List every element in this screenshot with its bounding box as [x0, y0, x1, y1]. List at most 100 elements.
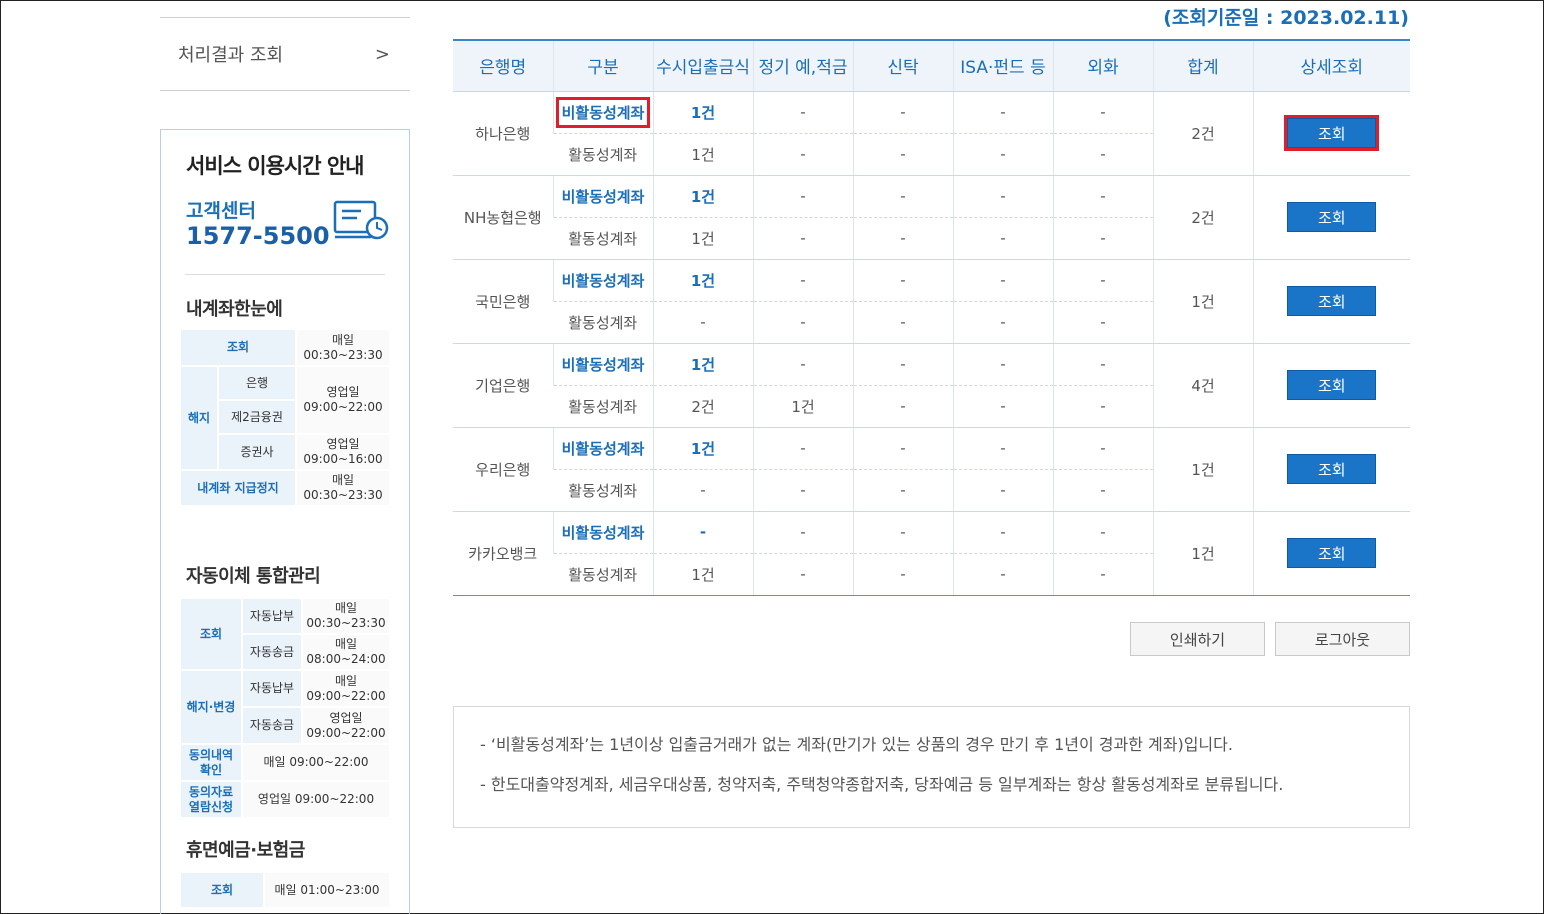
sched-cat: 조회	[179, 328, 297, 367]
active-value: -	[1052, 469, 1153, 512]
inactive-account-text: 비활동성계좌	[561, 187, 645, 206]
active-value: -	[752, 217, 853, 260]
sched-sub: 자동송금	[241, 633, 303, 671]
active-value: -	[952, 133, 1053, 176]
bank-total: 1건	[1152, 427, 1253, 512]
inactive-account-label: 비활동성계좌	[552, 259, 653, 302]
view-detail-button[interactable]: 조회	[1287, 454, 1377, 484]
inactive-value: -	[852, 343, 953, 386]
sched-time: 매일 00:30~23:30	[295, 469, 391, 507]
inactive-value: -	[852, 91, 953, 134]
inactive-value: -	[1052, 511, 1153, 554]
inactive-value: -	[1052, 175, 1153, 218]
sched-cat: 해지·변경	[179, 669, 243, 745]
header-detail: 상세조회	[1252, 39, 1410, 92]
inactive-value: -	[1052, 91, 1153, 134]
inactive-value: 1건	[652, 427, 753, 470]
header-total: 합계	[1152, 39, 1253, 92]
inactive-value: -	[852, 175, 953, 218]
schedule-table-my-accounts: 조회 매일 00:30~23:30 해지 은행 영업일 09:00~22:00 …	[179, 328, 391, 507]
sched-cat: 동의자료 열람신청	[179, 780, 243, 819]
schedule-table-auto-transfer: 조회 자동납부 매일 00:30~23:30 자동송금 매일 08:00~24:…	[179, 597, 391, 819]
notice-line: - 한도대출약정계좌, 세금우대상품, 청약저축, 주택청약종합저축, 당좌예금…	[480, 775, 1284, 794]
table-row: 하나은행 비활동성계좌 1건 - - - -2건 조회	[453, 91, 1410, 176]
view-detail-button[interactable]: 조회	[1287, 370, 1377, 400]
view-detail-button[interactable]: 조회	[1287, 286, 1377, 316]
inactive-value: -	[952, 175, 1053, 218]
inactive-account-text: 비활동성계좌	[561, 523, 645, 542]
inactive-account-label[interactable]: 비활동성계좌	[552, 91, 653, 134]
view-detail-button[interactable]: 조회	[1287, 538, 1377, 568]
sched-time: 매일 09:00~22:00	[241, 743, 391, 782]
view-detail-button[interactable]: 조회	[1287, 118, 1377, 148]
active-value: -	[752, 133, 853, 176]
bank-name: 기업은행	[453, 343, 553, 428]
sched-time: 영업일 09:00~22:00	[241, 780, 391, 819]
sidebar-menu-result[interactable]: 처리결과 조회 >	[160, 18, 410, 90]
active-account-label: 활동성계좌	[553, 217, 653, 260]
sched-time: 매일 08:00~24:00	[301, 633, 391, 671]
header-savings: 정기 예,적금	[752, 39, 853, 92]
sched-cat: 내계좌 지급정지	[179, 469, 297, 507]
header-type: 구분	[552, 39, 653, 92]
inactive-value: -	[852, 511, 953, 554]
inactive-account-highlight[interactable]: 비활동성계좌	[555, 96, 651, 128]
sidebar-menu-label: 처리결과 조회	[178, 45, 284, 66]
sched-sub: 제2금융권	[217, 399, 297, 435]
table-row: 기업은행 비활동성계좌 1건 - - - -4건 조회	[453, 343, 1410, 428]
active-account-label: 활동성계좌	[553, 301, 653, 344]
sched-cat: 해지	[179, 365, 219, 471]
logout-button[interactable]: 로그아웃	[1275, 622, 1410, 656]
table-row: 카카오뱅크 비활동성계좌 - - - - -1건 조회	[453, 511, 1410, 596]
inactive-value: 1건	[652, 175, 753, 218]
sched-sub: 자동납부	[241, 669, 303, 708]
active-value: 1건	[652, 217, 753, 260]
inactive-account-label: 비활동성계좌	[552, 511, 653, 554]
active-value: 1건	[752, 385, 853, 428]
inactive-value: -	[752, 427, 853, 470]
inactive-account-label: 비활동성계좌	[552, 343, 653, 386]
active-value: -	[752, 301, 853, 344]
account-summary-table: 은행명 구분 수시입출금식 정기 예,적금 신탁 ISA·펀드 등 외화 합계 …	[453, 39, 1410, 596]
inactive-value: -	[852, 259, 953, 302]
section-title-auto-transfer: 자동이체 통합관리	[186, 566, 321, 587]
bank-name: 하나은행	[453, 91, 553, 176]
detail-cell: 조회	[1252, 343, 1410, 428]
inactive-value: -	[952, 343, 1053, 386]
active-value: -	[1052, 385, 1153, 428]
sched-time: 영업일 09:00~16:00	[295, 433, 391, 471]
inactive-value: 1건	[652, 343, 753, 386]
section-title-dormant: 휴면예금·보험금	[186, 840, 305, 861]
table-row: 국민은행 비활동성계좌 1건 - - - -1건 조회	[453, 259, 1410, 344]
sched-time: 매일 09:00~22:00	[301, 669, 391, 708]
inactive-value: -	[752, 175, 853, 218]
sched-time: 영업일 09:00~22:00	[295, 365, 391, 435]
print-button[interactable]: 인쇄하기	[1130, 622, 1265, 656]
notice-line: - ‘비활동성계좌’는 1년이상 입출금거래가 없는 계좌(만기가 있는 상품의…	[480, 735, 1233, 754]
inactive-value: -	[652, 511, 753, 554]
active-value: -	[952, 385, 1053, 428]
active-account-label: 활동성계좌	[553, 553, 653, 596]
detail-cell: 조회	[1252, 427, 1410, 512]
inactive-value: -	[952, 427, 1053, 470]
inactive-account-text: 비활동성계좌	[561, 271, 645, 290]
active-account-label: 활동성계좌	[553, 385, 653, 428]
active-value: 1건	[652, 553, 753, 596]
header-foreign: 외화	[1052, 39, 1153, 92]
inactive-value: -	[752, 343, 853, 386]
bank-total: 2건	[1152, 91, 1253, 176]
sched-cat: 조회	[179, 597, 243, 671]
inactive-value: 1건	[652, 259, 753, 302]
chevron-right-icon: >	[374, 43, 390, 65]
sched-sub: 증권사	[217, 433, 297, 471]
active-value: -	[852, 469, 953, 512]
active-value: 1건	[652, 133, 753, 176]
active-value: -	[752, 469, 853, 512]
customer-center-phone: 1577-5500	[186, 222, 330, 250]
inactive-account-label: 비활동성계좌	[552, 427, 653, 470]
service-hours-title: 서비스 이용시간 안내	[186, 154, 365, 178]
view-detail-button[interactable]: 조회	[1287, 202, 1377, 232]
inactive-value: -	[952, 511, 1053, 554]
active-value: -	[652, 469, 753, 512]
inactive-value: -	[1052, 259, 1153, 302]
